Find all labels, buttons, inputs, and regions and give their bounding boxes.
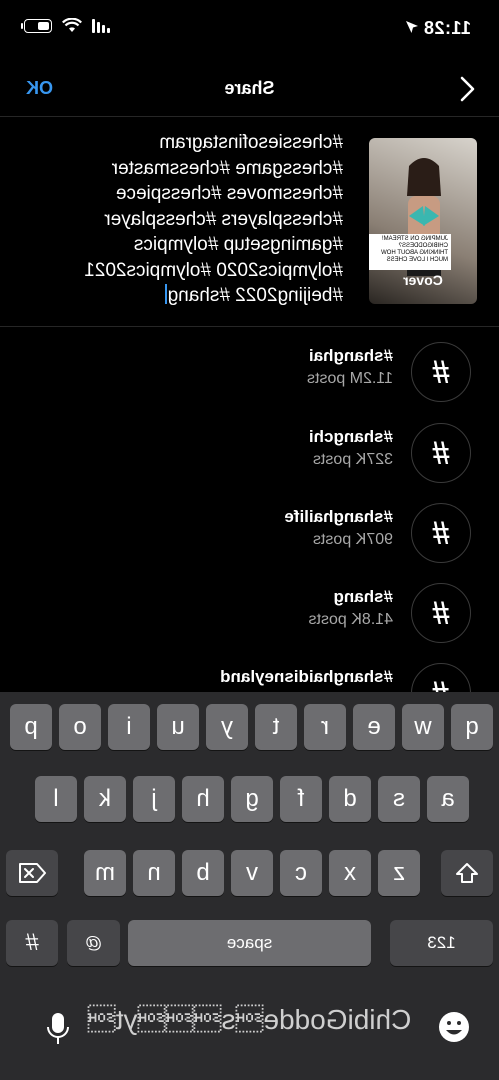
key-a[interactable]: a <box>427 776 469 822</box>
key-e[interactable]: e <box>353 704 395 750</box>
suggestion-tag: #shanghai <box>308 346 393 365</box>
divider <box>0 326 499 327</box>
status-bar: 11:28 <box>0 0 499 62</box>
shift-icon <box>456 863 478 883</box>
key-y[interactable]: y <box>206 704 248 750</box>
page-title: Share <box>224 78 275 98</box>
key-f[interactable]: f <box>280 776 322 822</box>
text-cursor <box>164 284 167 304</box>
shift-key[interactable] <box>441 850 493 896</box>
predictive-text: ChibiGoddesyt <box>87 1004 412 1035</box>
key-s[interactable]: s <box>378 776 420 822</box>
nav-bar: Share OK <box>0 62 499 117</box>
key-b[interactable]: b <box>182 850 224 896</box>
key-k[interactable]: k <box>84 776 126 822</box>
caption-line: #chessgame #chessmaster <box>111 157 343 179</box>
stream-sticker: JUMPING ON STREAM! CHIBIGODDESS? THINKIN… <box>369 234 451 270</box>
battery-icon <box>24 18 52 33</box>
key-o[interactable]: o <box>59 704 101 750</box>
microphone-icon[interactable] <box>45 1012 71 1046</box>
ok-button[interactable]: OK <box>26 78 53 99</box>
key-n[interactable]: n <box>133 850 175 896</box>
key-q[interactable]: q <box>451 704 493 750</box>
space-key[interactable]: space <box>128 920 371 966</box>
caption-input[interactable]: #chessiesofinstagram #chessgame #chessma… <box>25 130 343 309</box>
hashtag-icon: # <box>411 423 471 483</box>
location-arrow-icon <box>406 21 418 33</box>
key-x[interactable]: x <box>329 850 371 896</box>
suggestion-tag: #shang <box>333 587 393 606</box>
hashtag-icon: # <box>411 342 471 402</box>
hashtag-suggestion[interactable]: # #shanghailife 907K posts <box>0 493 499 573</box>
hashtag-suggestion[interactable]: # #shangchi 327K posts <box>0 413 499 493</box>
key-l[interactable]: l <box>35 776 77 822</box>
wifi-icon <box>62 18 82 32</box>
key-u[interactable]: u <box>157 704 199 750</box>
key-g[interactable]: g <box>231 776 273 822</box>
at-key[interactable]: @ <box>67 920 120 966</box>
backspace-icon <box>19 863 46 883</box>
caption-line: #chessplayers #chessplayer <box>104 208 343 230</box>
caption-line: #chessiesofinstagram <box>159 132 343 153</box>
key-m[interactable]: m <box>84 850 126 896</box>
suggestion-count: 907K posts <box>312 531 393 548</box>
key-p[interactable]: p <box>10 704 52 750</box>
hash-key[interactable]: # <box>6 920 58 966</box>
caption-line: #beijing2022 #shang <box>167 285 343 306</box>
suggestion-count: 41.8K posts <box>308 611 394 628</box>
status-time: 11:28 <box>423 18 471 38</box>
key-i[interactable]: i <box>108 704 150 750</box>
suggestion-tag: #shangchi <box>308 427 393 446</box>
backspace-key[interactable] <box>6 850 58 896</box>
cellular-signal-icon <box>92 18 110 33</box>
suggestion-count: 11.2M posts <box>307 370 393 387</box>
hashtag-icon: # <box>411 583 471 643</box>
key-w[interactable]: w <box>402 704 444 750</box>
hashtag-icon: # <box>411 503 471 563</box>
status-icons <box>24 18 110 33</box>
suggestion-tag: #shanghailife <box>284 507 393 526</box>
key-c[interactable]: c <box>280 850 322 896</box>
screen: 11:28 Share OK JUMPING ON STREAM! CHIBIG… <box>0 0 499 1080</box>
key-z[interactable]: z <box>378 850 420 896</box>
key-v[interactable]: v <box>231 850 273 896</box>
key-t[interactable]: t <box>255 704 297 750</box>
emoji-icon[interactable] <box>437 1010 471 1044</box>
hashtag-suggestion[interactable]: # #shang 41.8K posts <box>0 573 499 653</box>
hashtag-suggestion[interactable]: # #shanghai 11.2M posts <box>0 332 499 412</box>
key-r[interactable]: r <box>304 704 346 750</box>
post-thumbnail[interactable]: JUMPING ON STREAM! CHIBIGODDESS? THINKIN… <box>369 138 477 304</box>
key-j[interactable]: j <box>133 776 175 822</box>
numbers-key[interactable]: 123 <box>390 920 493 966</box>
caption-line: #olympics2020 #olympics2021 <box>84 259 343 281</box>
caption-line: #gamingsetup #olympics <box>133 234 343 255</box>
key-d[interactable]: d <box>329 776 371 822</box>
suggestion-count: 327K posts <box>312 451 393 468</box>
key-h[interactable]: h <box>182 776 224 822</box>
suggestion-tag: #shanghaidisneyland <box>220 667 393 686</box>
cover-label[interactable]: Cover <box>369 272 477 288</box>
caption-line: #chessmoves #chesspiece <box>115 183 343 204</box>
